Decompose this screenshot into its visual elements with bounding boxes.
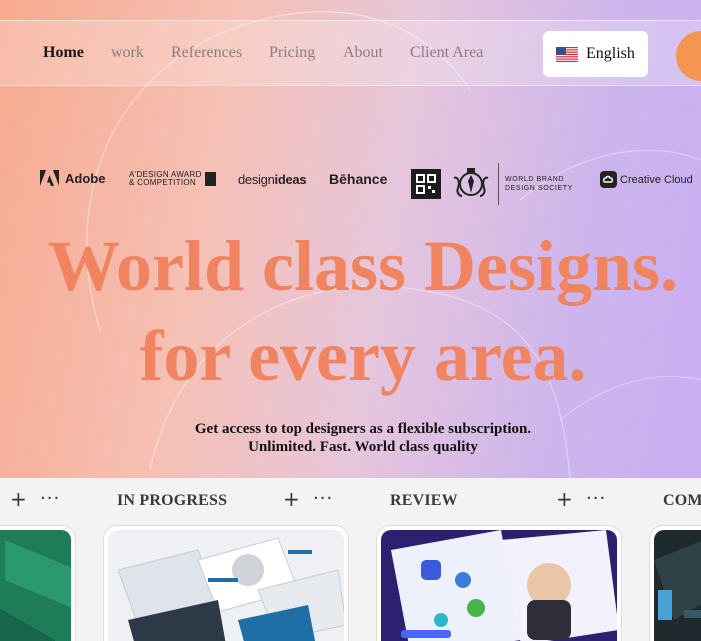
cta-circle-button[interactable] (676, 31, 701, 81)
headline-line-2: for every area. (139, 316, 587, 396)
subheadline-line-1: Get access to top designers as a flexibl… (194, 421, 532, 437)
add-card-button[interactable]: + (10, 487, 27, 511)
column-menu-button[interactable]: ··· (40, 488, 60, 509)
adobe-icon (40, 170, 59, 186)
behance-logo: Bēhance (329, 171, 388, 187)
column-title-complete: COM (663, 492, 701, 509)
column-menu-button[interactable]: ··· (586, 488, 606, 509)
nav-work[interactable]: work (111, 44, 144, 62)
project-card[interactable] (0, 525, 76, 641)
creative-cloud-logo: Creative Cloud (600, 171, 693, 188)
add-card-button[interactable]: + (556, 487, 573, 511)
subheadline-line-2: Unlimited. Fast. World class quality (248, 439, 478, 455)
us-flag-icon (556, 46, 578, 62)
hero-section: Home work References Pricing About Clien… (0, 0, 701, 478)
adesign-mark-icon (204, 172, 216, 186)
project-card[interactable] (376, 525, 622, 641)
qr-mark-icon (411, 169, 441, 199)
language-label: English (586, 45, 635, 62)
nav-pricing[interactable]: Pricing (269, 44, 315, 62)
crest-icon (453, 168, 489, 197)
kanban-board: + ··· IN PROGRESS + ··· REVIEW + ··· COM (0, 478, 701, 641)
nav-references[interactable]: References (171, 44, 242, 62)
top-nav: Home work References Pricing About Clien… (0, 20, 701, 86)
column-title-review: REVIEW (390, 492, 458, 509)
nav-client-area[interactable]: Client Area (410, 44, 483, 62)
designideas-logo: design ideas (238, 172, 307, 187)
column-menu-button[interactable]: ··· (313, 488, 333, 509)
card-thumbnail (381, 530, 617, 641)
nav-about[interactable]: About (343, 44, 383, 62)
logo-divider (498, 163, 499, 205)
creative-cloud-icon (600, 171, 617, 188)
wbds-logo: WORLD BRAND DESIGN SOCIETY (411, 163, 573, 205)
card-thumbnail (108, 530, 344, 641)
nav-home[interactable]: Home (43, 44, 84, 62)
language-selector[interactable]: English (543, 31, 648, 77)
project-card[interactable] (103, 525, 349, 641)
adobe-logo: Adobe (40, 170, 105, 186)
card-thumbnail (0, 530, 71, 641)
add-card-button[interactable]: + (283, 487, 300, 511)
adesign-award-logo: A'DESIGN AWARD & COMPETITION (129, 171, 216, 187)
card-thumbnail (654, 530, 701, 641)
headline-line-1: World class Designs. (47, 226, 679, 306)
partner-logos: Adobe A'DESIGN AWARD & COMPETITION desig… (0, 160, 701, 205)
column-title-in-progress: IN PROGRESS (117, 492, 228, 509)
project-card[interactable] (649, 525, 701, 641)
